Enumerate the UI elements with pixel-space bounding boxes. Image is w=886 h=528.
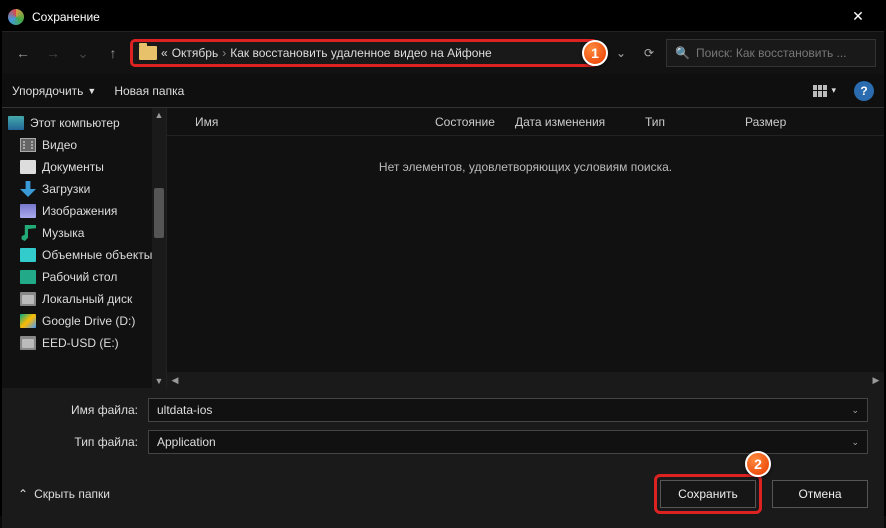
chevron-down-icon: ⌄ [851, 405, 859, 416]
tree-item-icon [20, 138, 36, 152]
tree-item-icon [20, 225, 36, 241]
save-button[interactable]: Сохранить [660, 480, 756, 508]
help-button[interactable]: ? [854, 81, 874, 101]
up-button[interactable]: ↑ [100, 40, 126, 66]
tree-item[interactable]: Рабочий стол [6, 266, 166, 288]
breadcrumb-item[interactable]: Октябрь [172, 46, 219, 60]
col-name[interactable]: Имя [187, 115, 427, 129]
folder-icon [139, 46, 157, 60]
scroll-left-icon[interactable]: ◀ [167, 372, 183, 388]
chevron-down-icon: ⌄ [851, 437, 859, 448]
save-dialog: Сохранение ✕ ← → ⌄ ↑ « Октябрь › Как вос… [0, 0, 886, 516]
breadcrumb-sep: › [222, 46, 226, 60]
refresh-button[interactable]: ⟳ [636, 40, 662, 66]
organize-button[interactable]: Упорядочить▼ [12, 84, 96, 98]
content-body: Этот компьютер Видео Документы Загрузки Изо… [2, 108, 884, 388]
tree-item[interactable]: Музыка [6, 222, 166, 244]
tree-label: Этот компьютер [30, 116, 120, 130]
tree-item-icon [20, 292, 36, 306]
sidebar: Этот компьютер Видео Документы Загрузки Изо… [2, 108, 167, 388]
back-button[interactable]: ← [10, 40, 36, 66]
hide-folders-button[interactable]: ⌃ Скрыть папки [18, 487, 110, 501]
pc-icon [8, 116, 24, 130]
tree-item[interactable]: Объемные объекты [6, 244, 166, 266]
cancel-button[interactable]: Отмена [772, 480, 868, 508]
search-icon: 🔍 [675, 46, 690, 60]
scroll-up-icon[interactable]: ▲ [152, 108, 166, 122]
address-bar[interactable]: « Октябрь › Как восстановить удаленное в… [130, 39, 598, 67]
new-folder-button[interactable]: Новая папка [114, 84, 184, 98]
folder-tree: Этот компьютер Видео Документы Загрузки Изо… [2, 108, 166, 358]
tree-item[interactable]: Локальный диск [6, 288, 166, 310]
tree-item-label: Объемные объекты [42, 248, 152, 262]
tree-item[interactable]: Google Drive (D:) [6, 310, 166, 332]
col-state[interactable]: Состояние [427, 115, 507, 129]
filetype-label: Тип файла: [18, 435, 148, 449]
tree-item-icon [20, 270, 36, 284]
tree-item-label: Изображения [42, 204, 117, 218]
annotation-marker-1: 1 [582, 40, 608, 66]
filename-input[interactable]: ultdata-ios ⌄ [148, 398, 868, 422]
tree-item-icon [20, 248, 36, 262]
tree-item-label: EED-USD (E:) [42, 336, 119, 350]
search-placeholder: Поиск: Как восстановить ... [696, 46, 847, 60]
close-button[interactable]: ✕ [838, 3, 878, 31]
search-input[interactable]: 🔍 Поиск: Как восстановить ... [666, 39, 876, 67]
breadcrumb-prefix: « [161, 46, 168, 60]
tree-item-label: Локальный диск [42, 292, 132, 306]
tree-item[interactable]: Видео [6, 134, 166, 156]
tree-item-label: Загрузки [42, 182, 90, 196]
tree-item-icon [20, 336, 36, 350]
recent-dropdown[interactable]: ⌄ [70, 40, 96, 66]
tree-item-label: Видео [42, 138, 77, 152]
tree-item[interactable]: EED-USD (E:) [6, 332, 166, 354]
col-type[interactable]: Тип [637, 115, 737, 129]
file-list-pane: Имя Состояние Дата изменения Тип Размер … [167, 108, 884, 388]
tree-item-label: Документы [42, 160, 104, 174]
breadcrumb-item[interactable]: Как восстановить удаленное видео на Айфо… [230, 46, 492, 60]
filetype-value: Application [157, 435, 216, 449]
dialog-footer: ⌃ Скрыть папки Сохранить 2 Отмена [2, 466, 884, 528]
hide-folders-label: Скрыть папки [34, 487, 110, 501]
horizontal-scrollbar[interactable]: ◀ ▶ [167, 372, 884, 388]
filename-value: ultdata-ios [157, 403, 212, 417]
sidebar-scrollbar[interactable]: ▲ ▼ [152, 108, 166, 388]
scroll-thumb[interactable] [154, 188, 164, 238]
app-icon [8, 9, 24, 25]
tree-this-pc[interactable]: Этот компьютер [6, 112, 166, 134]
tree-item-icon [20, 160, 36, 174]
col-date[interactable]: Дата изменения [507, 115, 637, 129]
tree-item[interactable]: Изображения [6, 200, 166, 222]
col-size[interactable]: Размер [737, 115, 807, 129]
nav-row: ← → ⌄ ↑ « Октябрь › Как восстановить уда… [2, 32, 884, 74]
view-button[interactable]: ▾ [813, 85, 836, 97]
address-dropdown[interactable]: ⌄ [608, 40, 634, 66]
filename-label: Имя файла: [18, 403, 148, 417]
tree-item-label: Рабочий стол [42, 270, 117, 284]
tree-item-label: Google Drive (D:) [42, 314, 135, 328]
tree-item[interactable]: Загрузки [6, 178, 166, 200]
title-bar: Сохранение ✕ [2, 2, 884, 32]
window-title: Сохранение [32, 10, 100, 24]
forward-button[interactable]: → [40, 40, 66, 66]
tree-item-label: Музыка [42, 226, 84, 240]
toolbar: Упорядочить▼ Новая папка ▾ ? [2, 74, 884, 108]
empty-message: Нет элементов, удовлетворяющих условиям … [167, 136, 884, 372]
scroll-right-icon[interactable]: ▶ [868, 372, 884, 388]
tree-item-icon [20, 204, 36, 218]
scroll-down-icon[interactable]: ▼ [152, 374, 166, 388]
caret-up-icon: ⌃ [18, 487, 28, 501]
column-headers: Имя Состояние Дата изменения Тип Размер [167, 108, 884, 136]
tree-item[interactable]: Документы [6, 156, 166, 178]
tree-item-icon [20, 314, 36, 328]
save-highlight: Сохранить 2 [654, 474, 762, 514]
annotation-marker-2: 2 [745, 451, 771, 477]
tree-item-icon [20, 181, 36, 197]
